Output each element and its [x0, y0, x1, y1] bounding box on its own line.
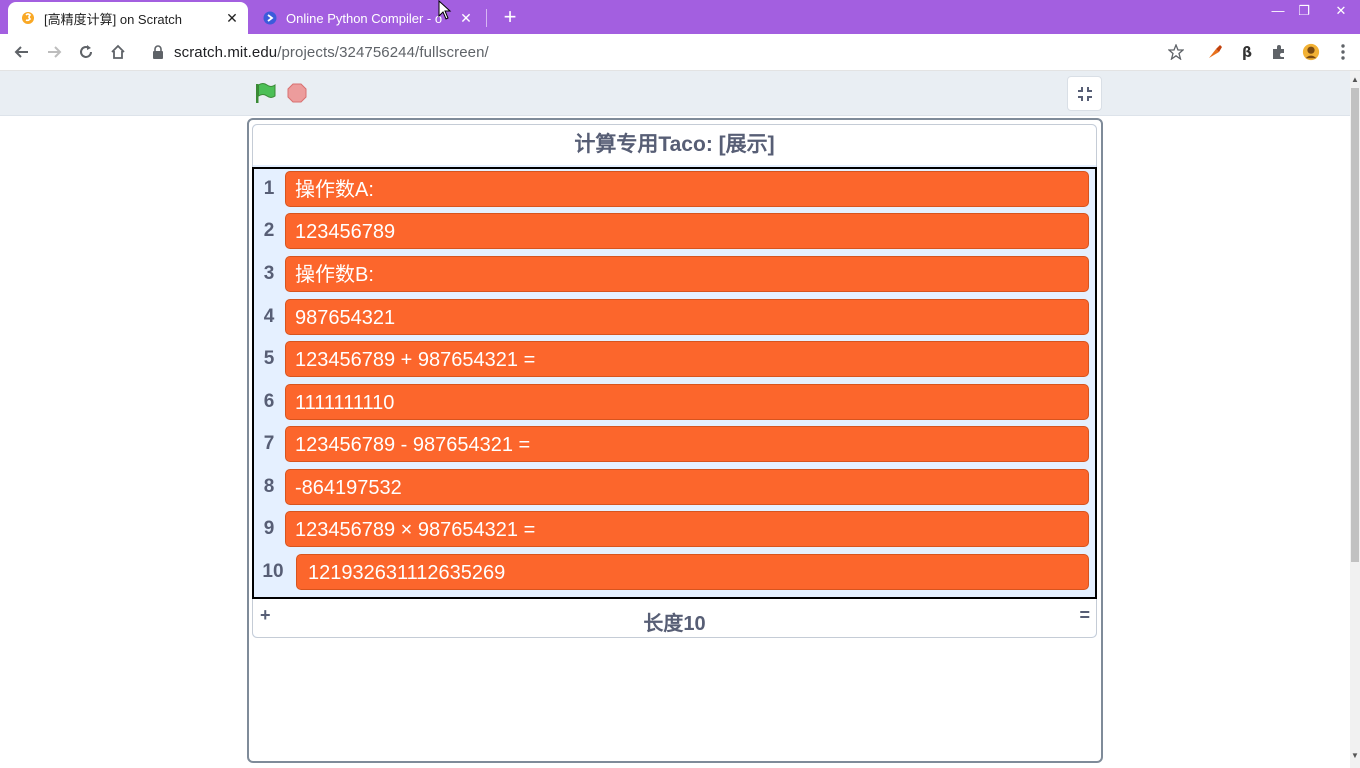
- list-item: 5 123456789 + 987654321 =: [254, 339, 1095, 382]
- scroll-up-icon[interactable]: ▲: [1351, 75, 1359, 84]
- list-item: 3 操作数B:: [254, 254, 1095, 297]
- home-button[interactable]: [106, 40, 130, 64]
- extensions-puzzle-icon[interactable]: [1270, 43, 1288, 61]
- stop-sign-icon[interactable]: [287, 83, 307, 103]
- extension-brush-icon[interactable]: [1206, 43, 1224, 61]
- list-item: 2 123456789: [254, 211, 1095, 254]
- close-tab-icon[interactable]: ✕: [456, 10, 476, 27]
- list-item-index: 5: [263, 348, 275, 369]
- list-item-index: 4: [263, 306, 275, 327]
- back-button[interactable]: [10, 40, 34, 64]
- list-item-value[interactable]: 987654321: [285, 299, 1089, 335]
- list-item-value[interactable]: 123456789 × 987654321 =: [285, 511, 1089, 547]
- list-item-value[interactable]: 123456789 + 987654321 =: [285, 341, 1089, 377]
- list-resize-handle[interactable]: =: [1079, 605, 1090, 626]
- minimize-button[interactable]: —: [1266, 2, 1290, 22]
- list-item-index: 7: [263, 433, 275, 454]
- tab-title: Online Python Compiler - o: [286, 10, 443, 26]
- mouse-cursor-icon: [438, 0, 452, 20]
- profile-avatar[interactable]: [1302, 43, 1320, 61]
- url-text: scratch.mit.edu/projects/324756244/fulls…: [174, 43, 489, 61]
- svg-text:β: β: [1242, 45, 1252, 61]
- tab-title: [高精度计算] on Scratch: [44, 11, 182, 27]
- scratch-stage-header: [0, 71, 1350, 116]
- compiler-icon: [263, 11, 277, 25]
- extension-beta-icon[interactable]: β: [1238, 43, 1256, 61]
- tab-strip: [高精度计算] on Scratch ✕ Online Python Compi…: [0, 0, 1360, 34]
- restore-button[interactable]: ❐: [1292, 2, 1316, 22]
- menu-kebab-icon[interactable]: [1334, 43, 1352, 61]
- reload-button[interactable]: [74, 40, 98, 64]
- list-item: 10 121932631112635269: [254, 552, 1095, 595]
- list-item-index: 6: [263, 391, 275, 412]
- list-item-value[interactable]: 121932631112635269: [296, 554, 1089, 590]
- list-item: 4 987654321: [254, 297, 1095, 340]
- list-item: 1 操作数A:: [254, 169, 1095, 212]
- list-items-area[interactable]: 1 操作数A: 2 123456789 3 操作数B: 4 987654321 …: [252, 167, 1097, 599]
- list-item-value[interactable]: 123456789 - 987654321 =: [285, 426, 1089, 462]
- window-close-button[interactable]: ✕: [1328, 2, 1354, 22]
- tab-separator: [486, 9, 487, 27]
- scratch-cat-icon: [22, 12, 34, 24]
- back-arrow-icon: [14, 46, 28, 58]
- address-bar[interactable]: scratch.mit.edu/projects/324756244/fulls…: [142, 37, 1194, 67]
- list-footer: + 长度10 =: [253, 599, 1096, 637]
- list-item-index: 3: [263, 263, 275, 284]
- forward-button[interactable]: [42, 40, 66, 64]
- list-item: 8 -864197532: [254, 467, 1095, 510]
- list-item-value[interactable]: 1111111110: [285, 384, 1089, 420]
- home-icon: [111, 44, 125, 59]
- exit-fullscreen-icon: [1077, 86, 1092, 101]
- tab-scratch-project[interactable]: [高精度计算] on Scratch ✕: [8, 2, 248, 34]
- list-item: 9 123456789 × 987654321 =: [254, 509, 1095, 552]
- list-item-value[interactable]: 操作数A:: [285, 171, 1089, 207]
- list-item-index: 8: [263, 476, 275, 497]
- list-item-index: 2: [263, 220, 275, 241]
- green-flag-icon[interactable]: [254, 82, 276, 104]
- list-length-label: 长度10: [643, 613, 706, 635]
- lock-icon: [153, 45, 163, 59]
- list-item: 6 1111111110: [254, 382, 1095, 425]
- forward-arrow-icon: [48, 46, 62, 58]
- list-monitor: 计算专用Taco: [展示] 1 操作数A: 2 123456789 3 操作数…: [252, 124, 1097, 638]
- browser-toolbar: scratch.mit.edu/projects/324756244/fulls…: [0, 34, 1360, 71]
- exit-fullscreen-button[interactable]: [1067, 76, 1102, 111]
- list-item-value[interactable]: 操作数B:: [285, 256, 1089, 292]
- list-item-index: 1: [263, 178, 275, 199]
- new-tab-button[interactable]: +: [498, 4, 522, 30]
- scratch-stage[interactable]: 计算专用Taco: [展示] 1 操作数A: 2 123456789 3 操作数…: [247, 118, 1103, 763]
- list-item-value[interactable]: -864197532: [285, 469, 1089, 505]
- reload-icon: [80, 45, 92, 58]
- scrollbar-thumb[interactable]: [1351, 88, 1359, 562]
- close-tab-icon[interactable]: ✕: [222, 10, 242, 27]
- bookmark-star-icon[interactable]: [1168, 44, 1184, 60]
- list-item: 7 123456789 - 987654321 =: [254, 424, 1095, 467]
- list-title: 计算专用Taco: [展示]: [253, 125, 1096, 165]
- page-scrollbar[interactable]: ▲ ▼: [1350, 71, 1360, 768]
- list-item-index: 10: [262, 561, 284, 582]
- scroll-down-icon[interactable]: ▼: [1351, 751, 1359, 760]
- list-item-value[interactable]: 123456789: [285, 213, 1089, 249]
- list-item-index: 9: [263, 518, 275, 539]
